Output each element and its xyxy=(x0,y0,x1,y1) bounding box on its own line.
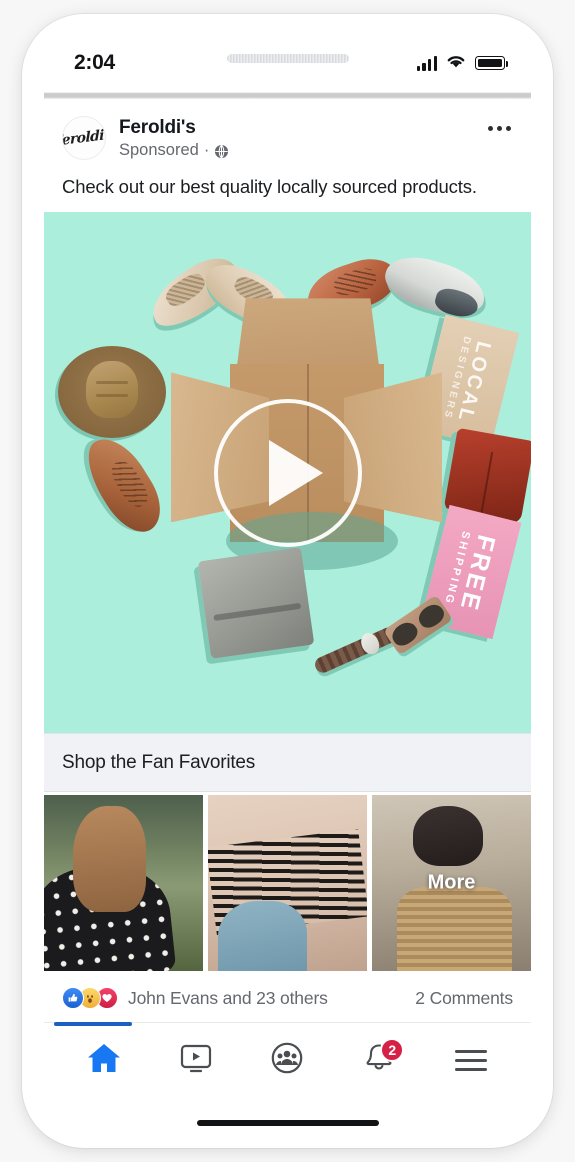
more-label: More xyxy=(427,871,476,894)
cellular-signal-icon xyxy=(416,55,437,71)
sponsored-label: Sponsored xyxy=(119,141,199,160)
status-divider xyxy=(44,92,531,99)
thumbnail-2[interactable] xyxy=(208,795,367,972)
battery-full-icon xyxy=(475,56,509,70)
home-icon xyxy=(86,1041,122,1080)
status-time: 2:04 xyxy=(74,51,115,74)
free-card-text: FREE SHIPPING xyxy=(441,530,501,616)
reaction-bar: John Evans and 23 others 2 Comments xyxy=(44,975,531,1023)
nav-watch[interactable] xyxy=(165,1037,227,1085)
reaction-icons xyxy=(62,987,118,1010)
play-triangle xyxy=(268,439,323,506)
play-button-icon[interactable] xyxy=(213,398,362,547)
thumbnail-3[interactable]: More xyxy=(372,795,531,972)
active-tab-indicator xyxy=(54,1022,132,1026)
more-options-icon[interactable] xyxy=(488,126,511,131)
avatar[interactable]: Feroldi's xyxy=(62,116,106,160)
page-name[interactable]: Feroldi's xyxy=(119,117,229,139)
post-header-text: Feroldi's Sponsored · xyxy=(119,116,229,160)
phone-frame: 2:04 Feroldi's Feroldi's Sponsored · Che… xyxy=(22,14,553,1148)
reaction-summary[interactable]: John Evans and 23 others xyxy=(62,987,328,1010)
thumbnail-1[interactable] xyxy=(44,795,203,972)
video-watch-icon xyxy=(179,1042,213,1079)
status-icons xyxy=(416,53,509,74)
wifi-icon xyxy=(445,53,467,74)
product-sneaker xyxy=(379,249,491,324)
local-card-text: LOCAL DESIGNERS xyxy=(441,335,495,427)
hamburger-menu-icon xyxy=(455,1050,488,1072)
bottom-nav: 2 xyxy=(44,1022,531,1099)
post-meta: Sponsored · xyxy=(119,141,229,160)
box-flap-right xyxy=(344,372,442,523)
product-sunglasses xyxy=(383,595,453,656)
post-body-text: Check out our best quality locally sourc… xyxy=(44,166,531,213)
reaction-names: John Evans and 23 others xyxy=(128,987,328,1008)
video-player[interactable]: LOCAL DESIGNERS FREE SHIPPING xyxy=(44,212,531,734)
thumbnail-gallery: More xyxy=(44,792,531,976)
avatar-logo-text: Feroldi's xyxy=(62,126,106,150)
comment-count[interactable]: 2 Comments xyxy=(415,988,513,1009)
nav-home[interactable] xyxy=(73,1037,135,1085)
notification-badge: 2 xyxy=(380,1037,405,1062)
phone-screen: 2:04 Feroldi's Feroldi's Sponsored · Che… xyxy=(44,30,531,1132)
product-oxford-shoe xyxy=(75,428,173,543)
product-hat xyxy=(58,346,166,439)
cta-bar[interactable]: Shop the Fan Favorites xyxy=(44,733,531,793)
globe-icon xyxy=(214,144,229,159)
cta-title: Shop the Fan Favorites xyxy=(62,752,256,774)
nav-menu[interactable] xyxy=(440,1037,502,1085)
post-header: Feroldi's Feroldi's Sponsored · xyxy=(44,99,531,167)
like-reaction-icon xyxy=(62,987,84,1010)
nav-notifications[interactable]: 2 xyxy=(348,1037,410,1085)
meta-separator: · xyxy=(203,141,210,160)
speaker-grille xyxy=(226,54,349,63)
product-grey-pants xyxy=(197,547,315,660)
nav-groups[interactable] xyxy=(256,1037,318,1085)
home-indicator xyxy=(196,1120,379,1126)
groups-icon xyxy=(270,1041,304,1080)
